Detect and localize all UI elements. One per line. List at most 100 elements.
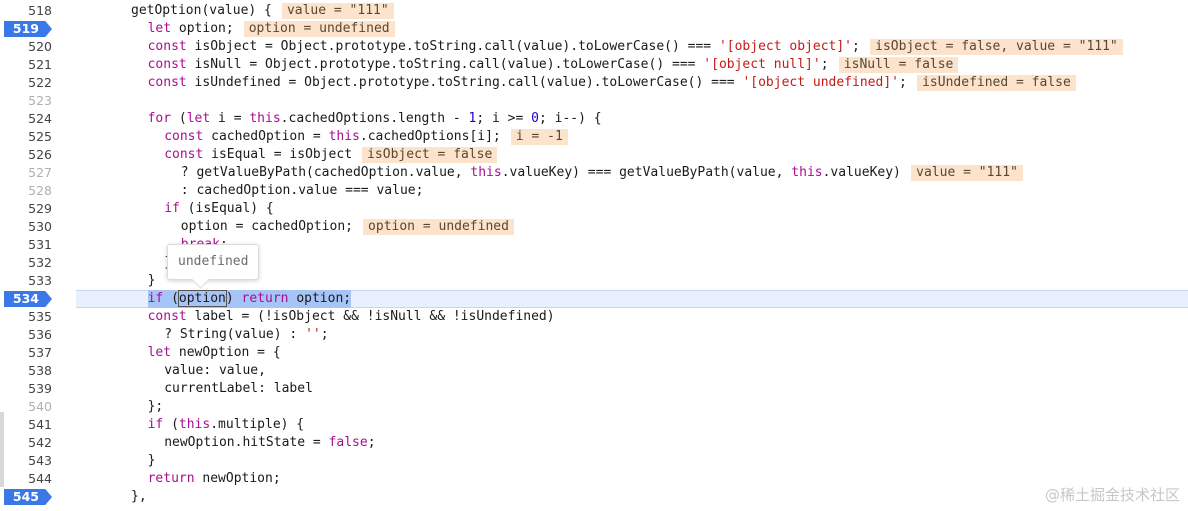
code-line[interactable]: 525 const cachedOption = this.cachedOptio… (0, 128, 1188, 146)
code-line[interactable]: 541 if (this.multiple) { (0, 416, 1188, 434)
breakpoint-marker[interactable]: 519 (4, 21, 52, 37)
code-token: if (147, 291, 164, 306)
breakpoint-marker[interactable]: 545 (4, 489, 52, 505)
hovered-token[interactable]: option (177, 290, 227, 307)
line-gutter[interactable]: 526 (0, 146, 66, 164)
code-token: : cachedOption.value === value; (180, 183, 424, 198)
code-text[interactable]: const isEqual = isObject (164, 146, 352, 164)
line-gutter[interactable]: 535 (0, 308, 66, 326)
line-number: 524 (28, 111, 52, 126)
line-gutter[interactable]: 532 (0, 254, 66, 272)
code-text[interactable]: const isObject = Object.prototype.toStri… (148, 38, 860, 56)
code-text[interactable]: if (isEqual) { (164, 200, 274, 218)
code-text[interactable]: getOption(value) { (131, 2, 272, 20)
code-line[interactable]: 540}; (0, 398, 1188, 416)
line-gutter[interactable]: 520 (0, 38, 66, 56)
line-gutter[interactable]: 540 (0, 398, 66, 416)
line-gutter[interactable]: 536 (0, 326, 66, 344)
code-token: ; (367, 435, 376, 450)
line-gutter[interactable]: 534 (0, 290, 66, 308)
line-gutter[interactable]: 533 (0, 272, 66, 290)
code-line[interactable]: 523 (0, 92, 1188, 110)
code-text[interactable]: option = cachedOption; (181, 218, 353, 236)
current-execution-line[interactable]: 534 if (option) return option; (0, 290, 1188, 308)
breakpoint-marker[interactable]: 534 (4, 291, 52, 307)
code-line[interactable]: 528 : cachedOption.value === value; (0, 182, 1188, 200)
tooltip-value: undefined (178, 254, 249, 269)
code-text[interactable]: const label = (!isObject && !isNull && !… (148, 308, 555, 326)
line-gutter[interactable]: 541 (0, 416, 66, 434)
line-gutter[interactable]: 542 (0, 434, 66, 452)
code-line[interactable]: 529 if (isEqual) { (0, 200, 1188, 218)
code-text[interactable]: const cachedOption = this.cachedOptions[… (164, 128, 501, 146)
code-text[interactable]: if (this.multiple) { (148, 416, 305, 434)
inline-debug-value: option = undefined (363, 219, 514, 235)
code-line[interactable]: 537 let newOption = { (0, 344, 1188, 362)
line-gutter[interactable]: 522 (0, 74, 66, 92)
code-line[interactable]: 545}, (0, 488, 1188, 506)
line-number: 525 (28, 129, 52, 144)
code-text[interactable]: currentLabel: label (164, 380, 313, 398)
code-line[interactable]: 526 const isEqual = isObject isObject = fa… (0, 146, 1188, 164)
line-gutter[interactable]: 545 (0, 488, 66, 506)
code-line[interactable]: 530 option = cachedOption; option = undefi… (0, 218, 1188, 236)
code-line[interactable]: 522 const isUndefined = Object.prototype.… (0, 74, 1188, 92)
code-text[interactable]: } (148, 452, 156, 470)
code-token: .valueKey) === getValueByPath(value, (501, 165, 792, 180)
line-gutter[interactable]: 525 (0, 128, 66, 146)
code-text[interactable]: : cachedOption.value === value; (181, 182, 424, 200)
code-text[interactable]: for (let i = this.cachedOptions.length -… (148, 110, 602, 128)
code-token: this (791, 165, 823, 180)
code-text[interactable]: }; (148, 398, 164, 416)
line-gutter[interactable]: 530 (0, 218, 66, 236)
code-text[interactable]: ? getValueByPath(cachedOption.value, thi… (181, 164, 901, 182)
line-gutter[interactable]: 529 (0, 200, 66, 218)
line-gutter[interactable]: 531 (0, 236, 66, 254)
line-number: 528 (28, 183, 52, 198)
code-token: .valueKey) (822, 165, 901, 180)
line-gutter[interactable]: 527 (0, 164, 66, 182)
line-number: 520 (28, 39, 52, 54)
code-token: 0 (531, 111, 539, 126)
code-token: }; (147, 399, 164, 414)
code-text[interactable]: const isUndefined = Object.prototype.toS… (148, 74, 907, 92)
code-text[interactable]: }, (131, 488, 147, 506)
code-line[interactable]: 519 let option; option = undefined (0, 20, 1188, 38)
code-line[interactable]: 544 return newOption; (0, 470, 1188, 488)
code-line[interactable]: 536 ? String(value) : ''; (0, 326, 1188, 344)
line-gutter[interactable]: 539 (0, 380, 66, 398)
line-gutter[interactable]: 524 (0, 110, 66, 128)
code-token: if (164, 201, 180, 216)
code-text[interactable]: } (148, 272, 156, 290)
code-line[interactable]: 524 for (let i = this.cachedOptions.lengt… (0, 110, 1188, 128)
line-gutter[interactable]: 519 (0, 20, 66, 38)
code-text[interactable]: const isNull = Object.prototype.toString… (148, 56, 829, 74)
line-gutter[interactable]: 537 (0, 344, 66, 362)
code-line[interactable]: 518 getOption(value) {value = "111" (0, 2, 1188, 20)
code-line[interactable]: 542 newOption.hitState = false; (0, 434, 1188, 452)
line-gutter[interactable]: 543 (0, 452, 66, 470)
line-gutter[interactable]: 518 (0, 2, 66, 20)
code-text[interactable]: let option; (148, 20, 234, 38)
code-line[interactable]: 527 ? getValueByPath(cachedOption.value, … (0, 164, 1188, 182)
line-gutter[interactable]: 538 (0, 362, 66, 380)
code-token: const (164, 129, 204, 144)
line-gutter[interactable]: 528 (0, 182, 66, 200)
code-line[interactable]: 521 const isNull = Object.prototype.toStr… (0, 56, 1188, 74)
line-gutter[interactable]: 523 (0, 92, 66, 110)
code-text[interactable]: value: value, (164, 362, 266, 380)
code-text[interactable]: ? String(value) : ''; (164, 326, 328, 344)
code-line[interactable]: 539 currentLabel: label (0, 380, 1188, 398)
line-gutter[interactable]: 521 (0, 56, 66, 74)
code-line[interactable]: 520 const isObject = Object.prototype.toS… (0, 38, 1188, 56)
code-text[interactable]: newOption.hitState = false; (164, 434, 375, 452)
code-line[interactable]: 543} (0, 452, 1188, 470)
code-text[interactable]: if (option) return option; (147, 290, 352, 308)
code-line[interactable]: 535 const label = (!isObject && !isNull &… (0, 308, 1188, 326)
inline-debug-value: isNull = false (838, 57, 959, 73)
code-line[interactable]: 538 value: value, (0, 362, 1188, 380)
code-token: ) (225, 291, 242, 306)
code-text[interactable]: return newOption; (148, 470, 281, 488)
line-gutter[interactable]: 544 (0, 470, 66, 488)
code-text[interactable]: let newOption = { (148, 344, 281, 362)
